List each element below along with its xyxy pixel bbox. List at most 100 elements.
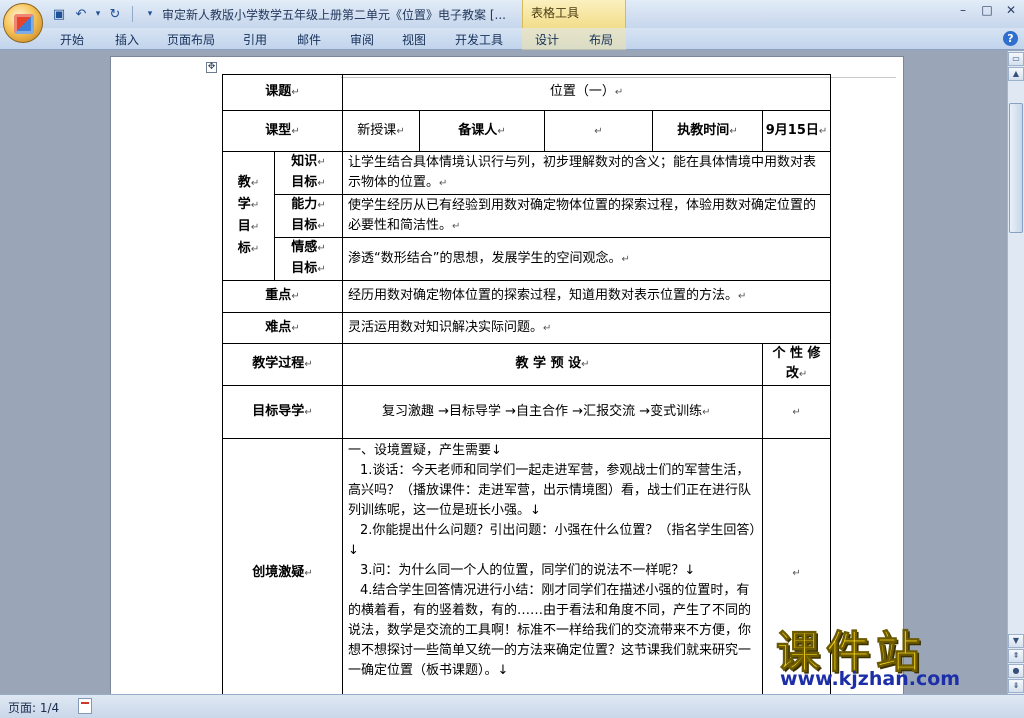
ability-goal-label-line: 目标↵ xyxy=(291,218,326,233)
tab-developer[interactable]: 开发工具 xyxy=(455,31,503,48)
topic-value: 位置（一） xyxy=(549,84,615,99)
topic-cell[interactable]: 位置（一）↵ xyxy=(341,74,832,111)
table-row-key: 重点↵ 经历用数对确定物体位置的探索过程，知道用数对表示位置的方法。↵ xyxy=(222,280,832,313)
table-move-handle-icon[interactable]: ✥ xyxy=(206,62,217,73)
restore-icon[interactable]: □ xyxy=(976,2,998,18)
lesson-plan-table[interactable]: 课题↵ 位置（一）↵ 课型↵ 新授课↵ 备课人↵ ↵ 执教时间↵ 9月15日↵ … xyxy=(222,74,832,694)
topic-label-cell[interactable]: 课题↵ xyxy=(222,74,343,111)
table-row-topic: 课题↵ 位置（一）↵ xyxy=(222,74,832,111)
previous-page-icon[interactable]: ⇞ xyxy=(1008,649,1024,663)
knowledge-goal-text: 让学生结合具体情境认识行与列，初步理解数对的含义；能在具体情境中用数对表示物体的… xyxy=(348,154,817,190)
redo-icon[interactable]: ↻ xyxy=(106,5,124,23)
table-row-goal-emotion: 情感↵ 目标↵ 渗透“数形结合”的思想，发展学生的空间观念。↵ xyxy=(223,237,832,281)
paragraph-mark: ↵ xyxy=(304,359,313,370)
guide-text: 复习激趣 →目标导学 →自主合作 →汇报交流 →变式训练 xyxy=(382,403,703,419)
process-label-cell[interactable]: 教学过程↵ xyxy=(222,343,343,386)
scene-cell[interactable]: 一、设境置疑，产生需要↓ 1.谈话：今天老师和同学们一起走进军营，参观战士们的军… xyxy=(342,438,763,694)
scene-paragraph: 一、设境置疑，产生需要↓ xyxy=(348,443,502,458)
emotion-goal-cell[interactable]: 渗透“数形结合”的思想，发展学生的空间观念。↵ xyxy=(341,237,832,281)
paragraph-mark: ↵ xyxy=(291,322,300,334)
key-label-cell[interactable]: 重点↵ xyxy=(222,280,343,313)
tab-insert[interactable]: 插入 xyxy=(115,31,139,48)
minimize-icon[interactable]: – xyxy=(952,2,974,18)
guide-label-cell[interactable]: 目标导学↵ xyxy=(222,385,343,439)
paragraph-mark: ↵ xyxy=(792,406,801,418)
save-icon[interactable]: ▣ xyxy=(50,5,68,23)
scroll-down-icon[interactable]: ▼ xyxy=(1008,634,1024,648)
proofing-status-icon[interactable] xyxy=(78,698,92,714)
split-view-icon[interactable]: ▭ xyxy=(1008,52,1024,66)
knowledge-goal-label-line: 目标↵ xyxy=(291,175,326,190)
close-icon[interactable]: ✕ xyxy=(1000,2,1022,18)
preset-header-cell[interactable]: 教 学 预 设↵ xyxy=(342,343,763,386)
difficulty-cell[interactable]: 灵活运用数对知识解决实际问题。↵ xyxy=(341,312,832,344)
knowledge-goal-label-cell[interactable]: 知识↵ 目标↵ xyxy=(274,151,343,195)
key-cell[interactable]: 经历用数对确定物体位置的探索过程，知道用数对表示位置的方法。↵ xyxy=(341,280,832,313)
paragraph-mark: ↵ xyxy=(738,291,747,302)
ribbon-tab-bar: 开始 插入 页面布局 引用 邮件 审阅 视图 开发工具 设计 布局 ? xyxy=(0,28,1024,50)
vertical-scrollbar[interactable]: ▭ ▲ ▼ ⇞ ● ⇟ xyxy=(1007,51,1024,694)
tab-view[interactable]: 视图 xyxy=(402,31,426,48)
table-row-process-header: 教学过程↵ 教 学 预 设↵ 个 性 修 改↵ xyxy=(222,343,832,386)
prep-cell[interactable]: ↵ xyxy=(544,110,653,152)
tab-page-layout[interactable]: 页面布局 xyxy=(167,31,215,48)
type-label-cell[interactable]: 课型↵ xyxy=(222,110,343,152)
scene-modify-cell[interactable]: ↵ xyxy=(761,438,832,694)
undo-icon[interactable]: ↶ xyxy=(72,5,90,23)
help-icon[interactable]: ? xyxy=(1003,31,1018,46)
difficulty-label-cell[interactable]: 难点↵ xyxy=(222,312,343,344)
select-browse-object-icon[interactable]: ● xyxy=(1008,664,1024,678)
modify-header-cell[interactable]: 个 性 修 改↵ xyxy=(761,343,832,386)
scroll-up-icon[interactable]: ▲ xyxy=(1008,67,1024,81)
date-label-cell[interactable]: 执教时间↵ xyxy=(652,110,763,152)
emotion-goal-label-line: 目标↵ xyxy=(291,261,326,276)
window-controls: – □ ✕ xyxy=(952,2,1022,18)
scrollbar-thumb[interactable] xyxy=(1009,103,1023,233)
tab-references[interactable]: 引用 xyxy=(243,31,267,48)
table-row-goal-knowledge: 教↵ 学↵ 目↵ 标↵ 知识↵ 目标↵ 让学生结合具体情境认识行与列，初步理解数对… xyxy=(222,151,832,281)
difficulty-text: 灵活运用数对知识解决实际问题。 xyxy=(348,319,544,335)
window-title: 审定新人教版小学数学五年级上册第二单元《位置》电子教案 [... xyxy=(162,8,506,22)
page-count-status[interactable]: 页面: 1/4 xyxy=(8,699,59,716)
type-cell[interactable]: 新授课↵ xyxy=(342,110,420,152)
emotion-goal-text: 渗透“数形结合”的思想，发展学生的空间观念。 xyxy=(348,250,622,266)
date-label: 执教时间 xyxy=(677,122,730,138)
knowledge-goal-cell[interactable]: 让学生结合具体情境认识行与列，初步理解数对的含义；能在具体情境中用数对表示物体的… xyxy=(341,151,832,195)
tab-mailings[interactable]: 邮件 xyxy=(297,31,321,48)
table-tools-context-header: 表格工具 xyxy=(522,0,626,28)
office-logo-icon xyxy=(14,14,34,34)
process-label: 教学过程 xyxy=(252,356,305,371)
ability-goal-cell[interactable]: 使学生经历从已有经验到用数对确定物体位置的探索过程，体验用数对确定位置的必要性和… xyxy=(341,194,832,238)
paragraph-mark: ↵ xyxy=(702,406,711,418)
next-page-icon[interactable]: ⇟ xyxy=(1008,679,1024,693)
quick-access-toolbar: ▣ ↶ ▾ ↻ ▾ xyxy=(50,4,159,24)
scene-paragraph: 3.问：为什么同一个人的位置，同学们的说法不一样呢？↓ xyxy=(360,563,696,578)
tab-review[interactable]: 审阅 xyxy=(350,31,374,48)
ability-goal-text: 使学生经历从已有经验到用数对确定物体位置的探索过程，体验用数对确定位置的必要性和… xyxy=(348,197,817,233)
prep-label-cell[interactable]: 备课人↵ xyxy=(419,110,545,152)
goal-label-char: 标↵ xyxy=(237,241,260,256)
customize-qat-icon[interactable]: ▾ xyxy=(141,5,159,23)
undo-dropdown-icon[interactable]: ▾ xyxy=(94,5,102,23)
date-cell[interactable]: 9月15日↵ xyxy=(761,110,832,152)
paragraph-mark: ↵ xyxy=(304,406,313,418)
table-row-goal-ability: 能力↵ 目标↵ 使学生经历从已有经验到用数对确定物体位置的探索过程，体验用数对确定… xyxy=(223,194,832,238)
goal-label-cell[interactable]: 教↵ 学↵ 目↵ 标↵ xyxy=(222,151,275,281)
ability-goal-label-cell[interactable]: 能力↵ 目标↵ xyxy=(274,194,343,238)
scene-label-cell[interactable]: 创境激疑↵ xyxy=(222,438,343,694)
tab-layout[interactable]: 布局 xyxy=(589,31,613,48)
table-tools-label: 表格工具 xyxy=(531,6,580,20)
goal-label-char: 教↵ xyxy=(237,175,260,190)
guide-modify-cell[interactable]: ↵ xyxy=(761,385,832,439)
guide-cell[interactable]: 复习激趣 →目标导学 →自主合作 →汇报交流 →变式训练↵ xyxy=(342,385,763,439)
office-button[interactable] xyxy=(3,3,43,43)
emotion-goal-label-cell[interactable]: 情感↵ 目标↵ xyxy=(274,237,343,281)
paragraph-mark: ↵ xyxy=(729,125,738,137)
paragraph-mark: ↵ xyxy=(594,125,603,137)
tab-design[interactable]: 设计 xyxy=(535,31,559,48)
tab-home[interactable]: 开始 xyxy=(60,31,84,48)
scene-label: 创境激疑 xyxy=(252,565,305,580)
guide-text-block: 复习激趣 →目标导学 →自主合作 →汇报交流 →变式训练↵ xyxy=(348,402,757,423)
scene-paragraph: 2.你能提出什么问题？引出问题：小强在什么位置？（指名学生回答）↓ xyxy=(348,523,756,558)
paragraph-mark: ↵ xyxy=(396,125,405,137)
